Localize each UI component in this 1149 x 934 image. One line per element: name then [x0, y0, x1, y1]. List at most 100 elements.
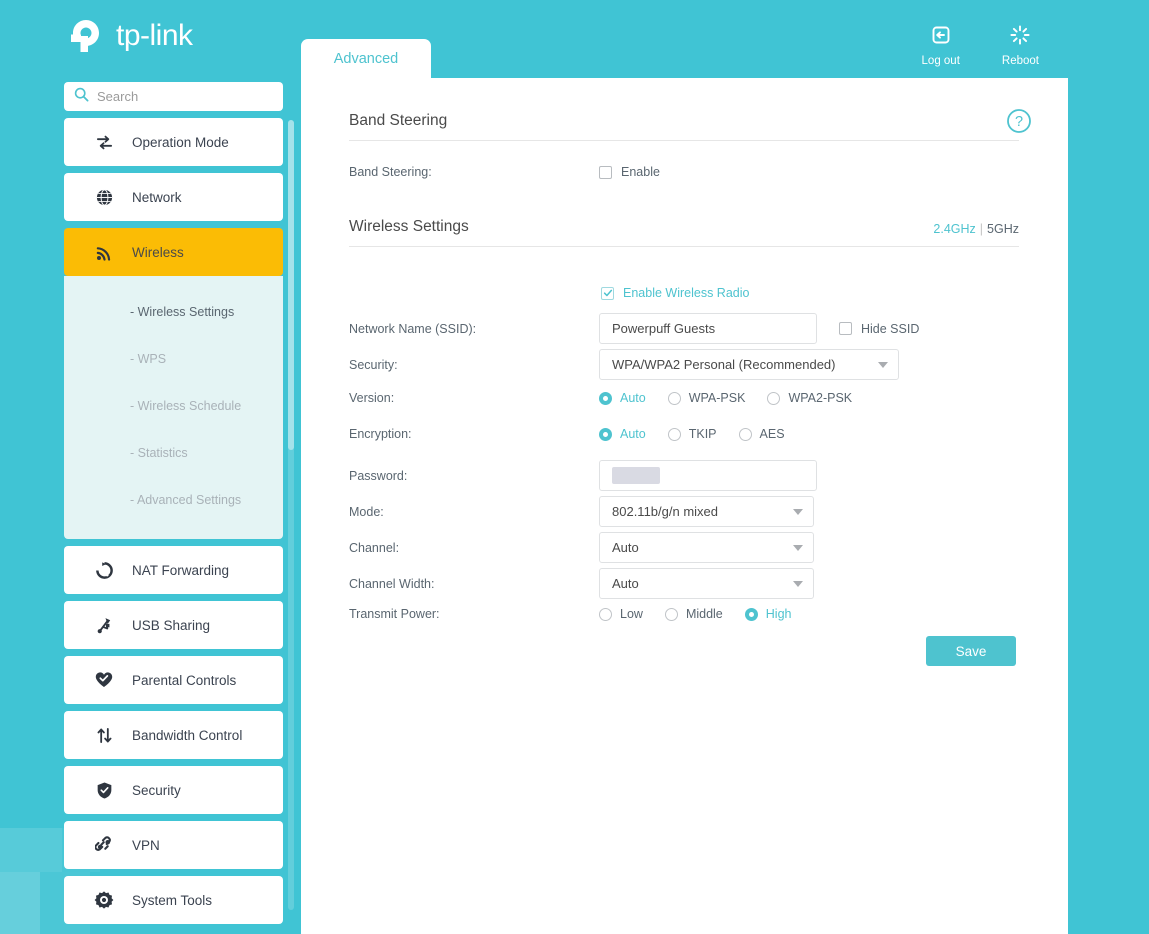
security-row: Security: WPA/WPA2 Personal (Recommended…	[349, 349, 899, 380]
arrows-updown-icon	[94, 725, 114, 745]
search-icon	[74, 87, 89, 107]
tab-advanced[interactable]: Advanced	[301, 39, 431, 79]
version-option-wpa2-psk[interactable]: WPA2-PSK	[767, 391, 852, 405]
link-icon	[94, 835, 114, 855]
sidebar-subitem-advanced-settings[interactable]: - Advanced Settings	[64, 476, 283, 523]
sidebar-item-parental-controls[interactable]: Parental Controls	[64, 656, 283, 704]
encryption-radio-tkip[interactable]	[668, 428, 681, 441]
mode-dropdown[interactable]: 802.11b/g/n mixed	[599, 496, 814, 527]
sidebar-scrollbar-thumb[interactable]	[288, 120, 294, 450]
channel-width-dropdown[interactable]: Auto	[599, 568, 814, 599]
mode-row: Mode: 802.11b/g/n mixed	[349, 496, 814, 527]
transmit-power-option-high[interactable]: High	[745, 607, 792, 621]
channel-width-label: Channel Width:	[349, 577, 599, 591]
sidebar-item-system-tools[interactable]: System Tools	[64, 876, 283, 924]
hide-ssid-label: Hide SSID	[861, 322, 919, 336]
enable-wireless-radio-label: Enable Wireless Radio	[623, 286, 749, 300]
sidebar-subitem-wps[interactable]: - WPS	[64, 335, 283, 382]
transmit-power-option-label: Low	[620, 607, 643, 621]
reboot-button[interactable]: Reboot	[1002, 24, 1039, 67]
chevron-down-icon	[793, 581, 803, 587]
version-radio-group: Auto WPA-PSK WPA2-PSK	[599, 391, 874, 405]
encryption-radio-group: Auto TKIP AES	[599, 427, 807, 441]
version-option-label: WPA2-PSK	[788, 391, 852, 405]
encryption-radio-auto[interactable]	[599, 428, 612, 441]
sidebar-item-label: Security	[132, 783, 181, 798]
sidebar-item-network[interactable]: Network	[64, 173, 283, 221]
channel-dropdown[interactable]: Auto	[599, 532, 814, 563]
encryption-option-label: TKIP	[689, 427, 717, 441]
logout-button[interactable]: Log out	[922, 24, 960, 67]
band-steering-checkbox[interactable]	[599, 166, 612, 179]
channel-value: Auto	[612, 540, 639, 555]
password-input[interactable]	[599, 460, 817, 491]
version-option-label: WPA-PSK	[689, 391, 746, 405]
chevron-down-icon	[793, 545, 803, 551]
chevron-down-icon	[793, 509, 803, 515]
password-row: Password:	[349, 460, 817, 491]
logout-label: Log out	[922, 55, 960, 67]
ssid-row: Network Name (SSID): Powerpuff Guests Hi…	[349, 313, 919, 344]
enable-wireless-radio-checkbox[interactable]	[601, 287, 614, 300]
security-value: WPA/WPA2 Personal (Recommended)	[612, 357, 835, 372]
hide-ssid-checkbox[interactable]	[839, 322, 852, 335]
sidebar-subitem-label: - Statistics	[130, 446, 188, 460]
search-placeholder: Search	[97, 89, 138, 104]
sidebar-item-label: Wireless	[132, 245, 184, 260]
sidebar-item-label: Parental Controls	[132, 673, 236, 688]
security-dropdown[interactable]: WPA/WPA2 Personal (Recommended)	[599, 349, 899, 380]
encryption-label: Encryption:	[349, 427, 599, 441]
transmit-power-radio-middle[interactable]	[665, 608, 678, 621]
shield-icon	[94, 780, 114, 800]
sidebar-item-nat-forwarding[interactable]: NAT Forwarding	[64, 546, 283, 594]
password-label: Password:	[349, 469, 599, 483]
sidebar-item-operation-mode[interactable]: Operation Mode	[64, 118, 283, 166]
sidebar-item-security[interactable]: Security	[64, 766, 283, 814]
sidebar-menu: Operation Mode Network	[64, 118, 283, 931]
encryption-radio-aes[interactable]	[739, 428, 752, 441]
reboot-icon	[1009, 24, 1031, 51]
sidebar-subitem-label: - WPS	[130, 352, 166, 366]
sidebar-item-bandwidth-control[interactable]: Bandwidth Control	[64, 711, 283, 759]
sidebar-submenu-wireless: - Wireless Settings - WPS - Wireless Sch…	[64, 276, 283, 539]
sidebar-item-usb-sharing[interactable]: USB Sharing	[64, 601, 283, 649]
version-label: Version:	[349, 391, 599, 405]
security-label: Security:	[349, 358, 599, 372]
tp-link-logo-text: tp-link	[116, 19, 193, 53]
header-actions: Log out Reboot	[922, 24, 1039, 67]
sidebar-subitem-wireless-schedule[interactable]: - Wireless Schedule	[64, 382, 283, 429]
ssid-input[interactable]: Powerpuff Guests	[599, 313, 817, 344]
band-selector: 2.4GHz | 5GHz	[933, 222, 1019, 236]
search-input[interactable]: Search	[64, 82, 283, 111]
save-button[interactable]: Save	[926, 636, 1016, 666]
version-row: Version: Auto WPA-PSK WPA2-PSK	[349, 391, 874, 405]
transmit-power-radio-high[interactable]	[745, 608, 758, 621]
encryption-option-label: Auto	[620, 427, 646, 441]
sidebar-item-wireless[interactable]: Wireless	[64, 228, 283, 276]
band-steering-row: Band Steering: Enable	[349, 165, 660, 179]
transmit-power-option-low[interactable]: Low	[599, 607, 643, 621]
band-5ghz-link[interactable]: 5GHz	[987, 222, 1019, 236]
version-radio-wpa2-psk[interactable]	[767, 392, 780, 405]
sidebar-subitem-statistics[interactable]: - Statistics	[64, 429, 283, 476]
band-steering-enable-label: Enable	[621, 165, 660, 179]
transmit-power-radio-low[interactable]	[599, 608, 612, 621]
encryption-option-auto[interactable]: Auto	[599, 427, 646, 441]
version-radio-auto[interactable]	[599, 392, 612, 405]
tp-link-logo: tp-link	[64, 14, 193, 58]
reboot-label: Reboot	[1002, 55, 1039, 67]
version-radio-wpa-psk[interactable]	[668, 392, 681, 405]
logout-icon	[930, 24, 952, 51]
band-24ghz-link[interactable]: 2.4GHz	[933, 222, 975, 236]
sidebar-subitem-label: - Wireless Schedule	[130, 399, 241, 413]
sidebar-subitem-label: - Advanced Settings	[130, 493, 241, 507]
sidebar-item-vpn[interactable]: VPN	[64, 821, 283, 869]
sidebar: tp-link Search Operation Mode	[0, 0, 300, 934]
band-separator: |	[980, 222, 983, 236]
encryption-option-tkip[interactable]: TKIP	[668, 427, 717, 441]
version-option-auto[interactable]: Auto	[599, 391, 646, 405]
version-option-wpa-psk[interactable]: WPA-PSK	[668, 391, 746, 405]
sidebar-subitem-wireless-settings[interactable]: - Wireless Settings	[64, 288, 283, 335]
encryption-option-aes[interactable]: AES	[739, 427, 785, 441]
transmit-power-option-middle[interactable]: Middle	[665, 607, 723, 621]
